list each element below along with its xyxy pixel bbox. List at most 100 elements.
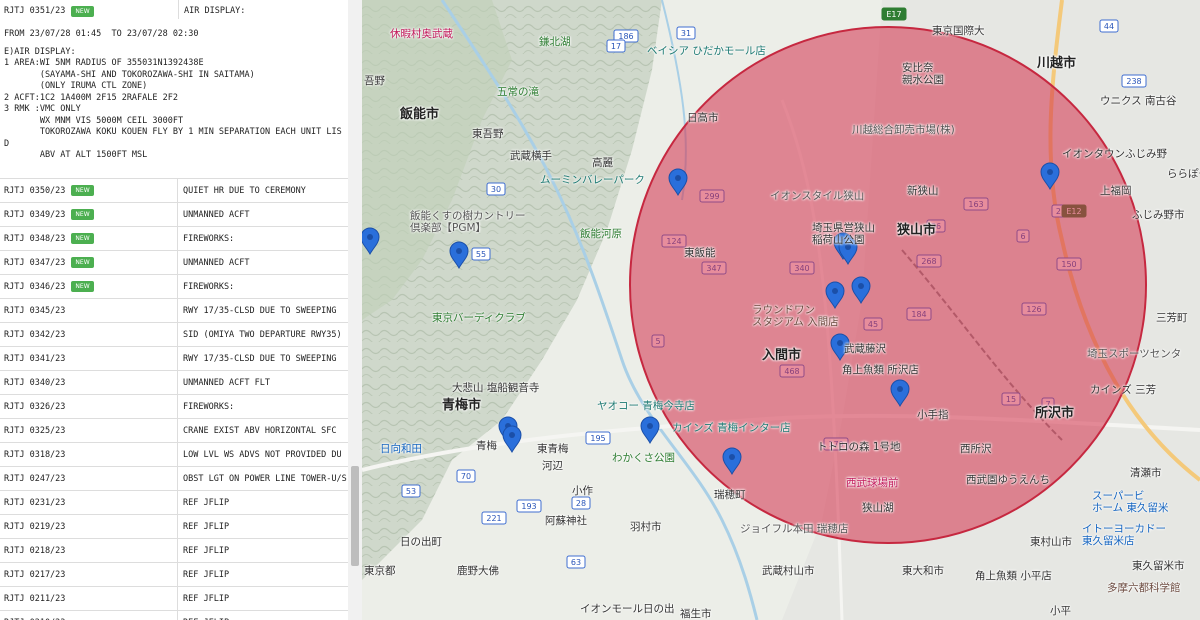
notam-row[interactable]: RJTJ 0218/23 REF JFLIP <box>0 539 348 563</box>
notam-row[interactable]: RJTJ 0341/23 RWY 17/35-CLSD DUE TO SWEEPI… <box>0 347 348 371</box>
notam-id: RJTJ 0231/23 <box>4 497 66 508</box>
notam-id-cell: RJTJ 0350/23 NEW <box>0 179 178 202</box>
notam-subject: LOW LVL WS ADVS NOT PROVIDED DU <box>183 449 342 460</box>
notam-id-cell: RJTJ 0345/23 <box>0 299 178 322</box>
notam-id: RJTJ 0350/23 <box>4 185 66 196</box>
notam-detail-text: FROM 23/07/28 01:45 TO 23/07/28 02:30 E)A… <box>0 25 348 179</box>
map-label-tama-rokuto: 多摩六都科学館 <box>1107 582 1181 594</box>
notam-id-cell: RJTJ 0218/23 <box>0 539 178 562</box>
map-label-seibu-dome: 西武球場前 <box>846 477 899 489</box>
notam-subject: UNMANNED ACFT FLT <box>183 377 270 388</box>
map-label-kabe: 河辺 <box>542 460 563 472</box>
notam-row[interactable]: RJTJ 0350/23 NEW QUIET HR DUE TO CEREMONY <box>0 179 348 203</box>
notam-row[interactable]: RJTJ 0326/23 FIREWORKS: <box>0 395 348 419</box>
notam-row[interactable]: RJTJ 0325/23 CRANE EXIST ABV HORIZONTAL S… <box>0 419 348 443</box>
notam-row[interactable]: RJTJ 0347/23 NEW UNMANNED ACFT <box>0 251 348 275</box>
notam-row[interactable]: RJTJ 0349/23 NEW UNMANNED ACFT <box>0 203 348 227</box>
notam-row[interactable]: RJTJ 0210/23REF JFLIP <box>0 611 348 620</box>
notam-id-cell: RJTJ 0325/23 <box>0 419 178 442</box>
map-label-hinode: 日の出町 <box>400 536 442 548</box>
notam-row[interactable]: RJTJ 0231/23 REF JFLIP <box>0 491 348 515</box>
map-label-musashimurayama: 武蔵村山市 <box>762 565 815 577</box>
notam-id: RJTJ 0217/23 <box>4 569 66 580</box>
route-number: 221 <box>486 514 501 523</box>
route-number: 55 <box>476 250 486 259</box>
notam-detail-line: 1 AREA:WI 5NM RADIUS OF 355031N1392438E <box>4 58 204 68</box>
map-label-totoro: トトロの森 1号地 <box>817 441 901 453</box>
new-badge: NEW <box>71 257 94 268</box>
notam-row-selected[interactable]: RJTJ 0351/23 NEW AIR DISPLAY: <box>0 0 348 25</box>
notam-row[interactable]: RJTJ 0342/23 SID (OMIYA TWO DEPARTURE RWY… <box>0 323 348 347</box>
list-scrollbar[interactable] <box>348 0 362 620</box>
map-label-higashikurume: 東久留米市 <box>1132 560 1185 572</box>
map-label-yaoko: ヤオコー 青梅今寺店 <box>597 400 695 412</box>
notam-detail-line: TOKOROZAWA KOKU KOUEN FLY BY 1 MIN SEPAR… <box>4 127 342 137</box>
map-label-komagawa: 高麗 <box>592 157 613 169</box>
map-label-tengo: 吾野 <box>364 75 385 87</box>
map-label-tokyo-kokusai: 東京国際大 <box>932 25 985 37</box>
route-shield: 53 <box>401 484 421 498</box>
route-number: 28 <box>576 499 586 508</box>
map-label-ome: 青梅市 <box>442 398 482 413</box>
notam-detail-line: 3 RMK :VMC ONLY <box>4 104 81 114</box>
notam-id: RJTJ 0341/23 <box>4 353 66 364</box>
notam-id: RJTJ 0326/23 <box>4 401 66 412</box>
route-shield: 193 <box>516 499 542 513</box>
notam-subject: REF JFLIP <box>183 521 230 532</box>
notam-rows: RJTJ 0350/23 NEW QUIET HR DUE TO CEREMONY R… <box>0 179 348 620</box>
notam-row[interactable]: RJTJ 0348/23 NEW FIREWORKS: <box>0 227 348 251</box>
route-number: 238 <box>1126 77 1141 86</box>
notam-id: RJTJ 0346/23 <box>4 281 66 292</box>
notam-subject: UNMANNED ACFT <box>183 257 250 268</box>
map-label-hanno-country: 飯能くすの樹カントリー 倶楽部【PGM】 <box>410 210 526 234</box>
notam-list-scroll-area[interactable]: RJTJ 0351/23 NEW AIR DISPLAY: FROM 23/07… <box>0 0 348 620</box>
notam-row[interactable]: RJTJ 0345/23 RWY 17/35-CLSD DUE TO SWEEPI… <box>0 299 348 323</box>
new-badge: NEW <box>71 185 94 196</box>
map-label-hanno: 飯能市 <box>400 107 440 122</box>
route-shield: 30 <box>486 182 506 196</box>
notam-detail-line: ABV AT ALT 1500FT MSL <box>4 150 148 160</box>
map-label-sayamako: 狭山湖 <box>862 502 894 514</box>
route-shield: 17 <box>606 39 626 53</box>
notam-id-cell: RJTJ 0346/23 NEW <box>0 275 178 298</box>
map-label-musashifujisawa: 武蔵藤沢 <box>844 343 886 355</box>
notam-row[interactable]: RJTJ 0346/23 NEW FIREWORKS: <box>0 275 348 299</box>
notam-subject: UNMANNED ACFT <box>183 209 250 220</box>
map-label-seibu-yuenchi: 西武園ゆうえんち <box>966 474 1050 486</box>
map-label-caines-miyoshi: カインズ 三芳 <box>1090 384 1157 396</box>
map-label-kodaira-st: 小平 <box>1050 605 1071 617</box>
route-shield: E17 <box>881 7 907 21</box>
route-number: 193 <box>521 502 536 511</box>
notam-id: RJTJ 0318/23 <box>4 449 66 460</box>
map-label-shinsayama: 新狭山 <box>907 185 939 197</box>
notam-subject: QUIET HR DUE TO CEREMONY <box>183 185 306 196</box>
map-label-laralaport: ららぽー <box>1167 168 1200 180</box>
notam-row[interactable]: RJTJ 0211/23 REF JFLIP <box>0 587 348 611</box>
notam-row[interactable]: RJTJ 0247/23 OBST LGT ON POWER LINE TOWER… <box>0 467 348 491</box>
route-shield: 221 <box>481 511 507 525</box>
map-view[interactable]: 1861729930347340163150126626815179551245… <box>362 0 1200 620</box>
scrollbar-thumb[interactable] <box>351 466 359 566</box>
map-label-musashiyokote: 武蔵横手 <box>510 150 552 162</box>
route-number: E17 <box>886 10 901 19</box>
map-label-jois: ジョイフル本田 瑞穂店 <box>740 523 849 535</box>
route-number: 63 <box>571 558 581 567</box>
notam-row[interactable]: RJTJ 0219/23 REF JFLIP <box>0 515 348 539</box>
notam-row[interactable]: RJTJ 0340/23 UNMANNED ACFT FLT <box>0 371 348 395</box>
map-label-moomin: ムーミンバレーパーク <box>540 174 645 186</box>
notam-detail-line: 2 ACFT:1C2 1A400M 2F15 2RAFALE 2F2 <box>4 92 178 103</box>
new-badge: NEW <box>71 6 94 17</box>
notam-id: RJTJ 0348/23 <box>4 233 66 244</box>
map-label-higashiyamato: 東大和市 <box>902 565 944 577</box>
map-label-higashiagano: 東吾野 <box>472 128 504 140</box>
new-badge: NEW <box>71 233 94 244</box>
route-shield: 238 <box>1121 74 1147 88</box>
notam-subject: REF JFLIP <box>183 545 230 556</box>
notam-row[interactable]: RJTJ 0217/23 REF JFLIP <box>0 563 348 587</box>
notam-subject: RWY 17/35-CLSD DUE TO SWEEPING <box>183 305 337 316</box>
notam-id-cell: RJTJ 0351/23 NEW <box>0 6 178 25</box>
notam-row[interactable]: RJTJ 0318/23 LOW LVL WS ADVS NOT PROVIDED… <box>0 443 348 467</box>
notam-id-cell: RJTJ 0348/23 NEW <box>0 227 178 250</box>
map-label-saitama-sports: 埼玉スポーツセンタ <box>1087 348 1182 360</box>
new-badge: NEW <box>71 281 94 292</box>
